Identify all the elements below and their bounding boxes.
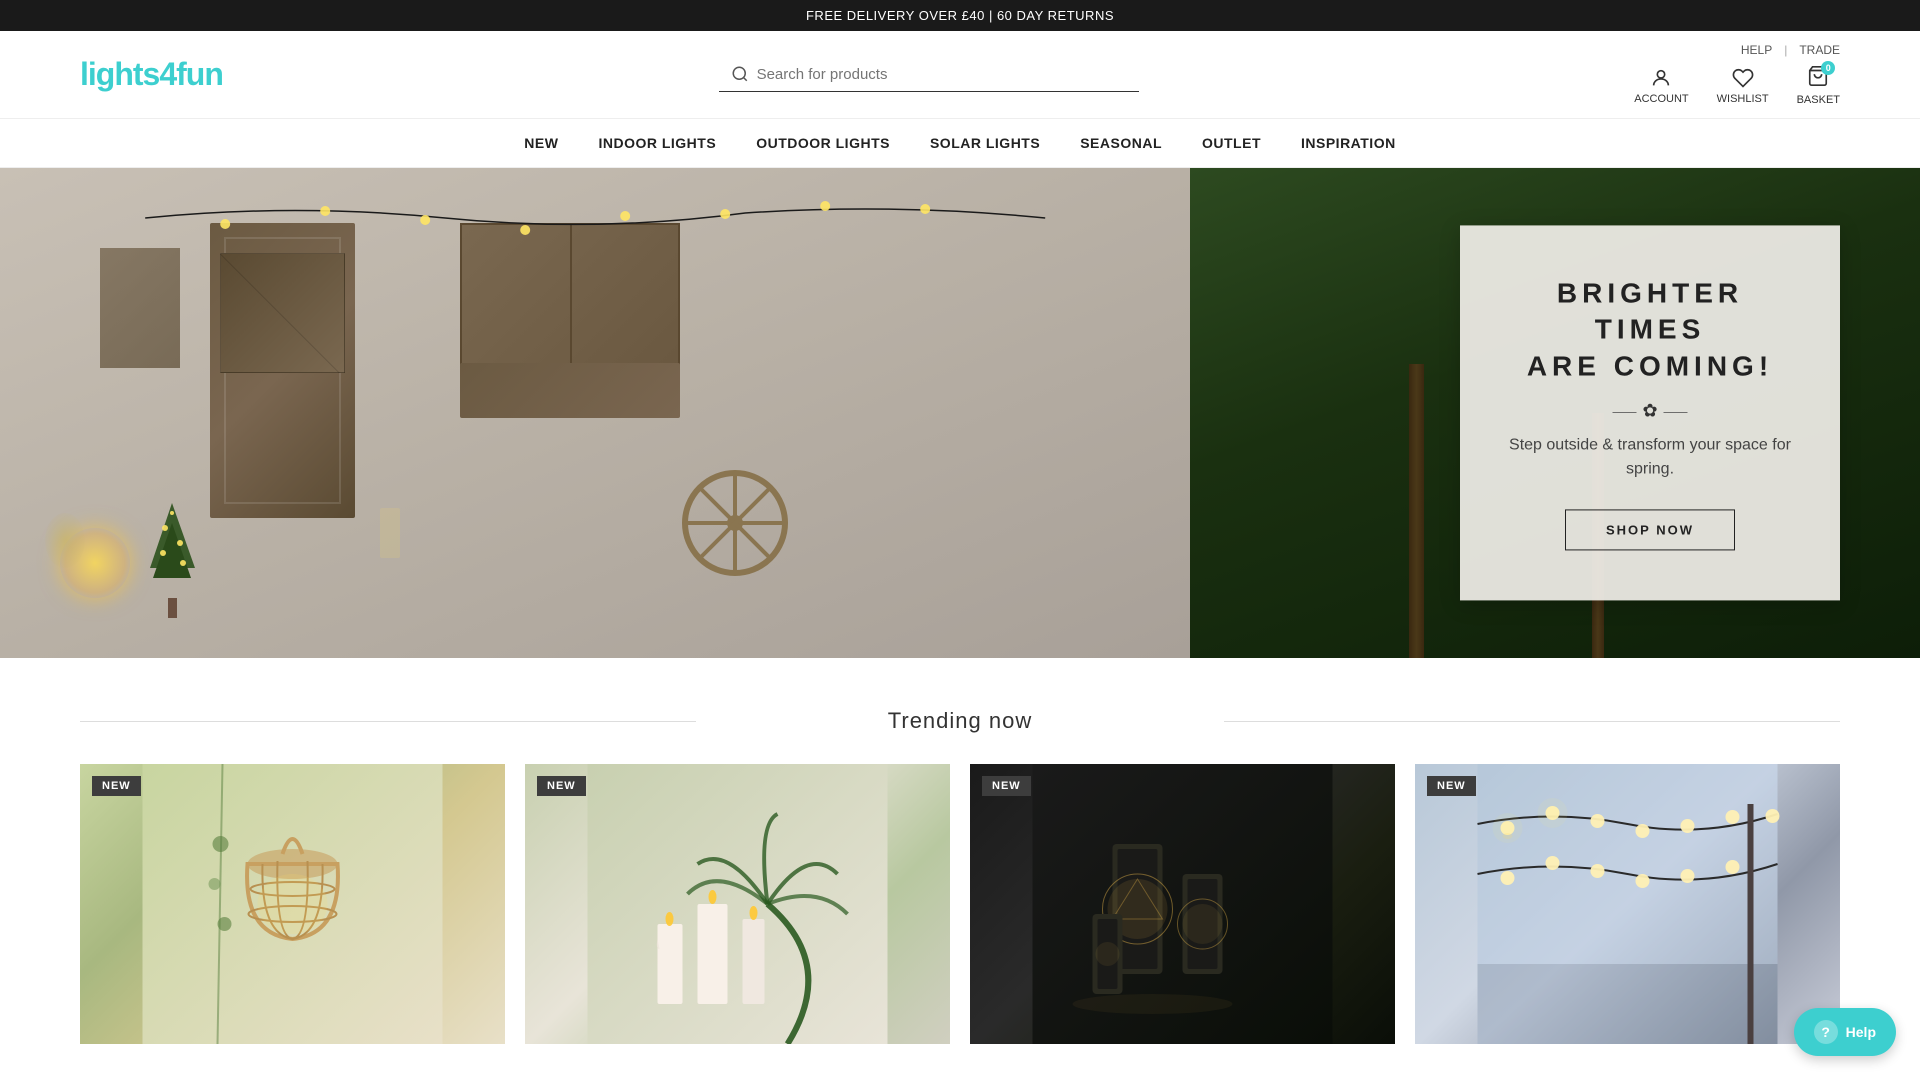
basket-badge: 0: [1821, 61, 1835, 75]
product-card-2[interactable]: NEW: [525, 764, 950, 1044]
help-label: Help: [1846, 1024, 1876, 1040]
shop-now-button[interactable]: SHOP NOW: [1565, 510, 1735, 551]
divider: |: [1784, 43, 1787, 57]
product-grid: NEW: [80, 764, 1840, 1044]
product-image-1: [80, 764, 505, 1044]
product-card-1[interactable]: NEW: [80, 764, 505, 1044]
account-icon: [1650, 67, 1672, 89]
help-button[interactable]: ? Help: [1794, 1008, 1896, 1056]
heart-icon: [1732, 67, 1754, 89]
top-banner: FREE DELIVERY OVER £40 | 60 DAY RETURNS: [0, 0, 1920, 31]
nav-item-indoor[interactable]: INDOOR LIGHTS: [598, 135, 716, 151]
header-top-links: HELP | TRADE: [1634, 43, 1840, 57]
header-right: HELP | TRADE ACCOUNT WISHLIST: [1634, 43, 1840, 106]
basket-label: BASKET: [1797, 94, 1840, 106]
trending-header: Trending now: [80, 708, 1840, 734]
nav-item-seasonal[interactable]: SEASONAL: [1080, 135, 1162, 151]
product-card-4[interactable]: NEW: [1415, 764, 1840, 1044]
header: lights4fun HELP | TRADE ACCOUNT: [0, 31, 1920, 119]
promo-subtext: Step outside & transform your space for …: [1500, 434, 1800, 482]
hero-section: BRIGHTER TIMES ARE COMING! ✿ Step outsid…: [0, 168, 1920, 658]
product-image-2: [525, 764, 950, 1044]
product-badge-3: NEW: [982, 776, 1031, 796]
promo-divider: ✿: [1500, 401, 1800, 422]
nav-item-outlet[interactable]: OUTLET: [1202, 135, 1261, 151]
account-label: ACCOUNT: [1634, 93, 1688, 105]
promo-card: BRIGHTER TIMES ARE COMING! ✿ Step outsid…: [1460, 225, 1840, 600]
search-bar: [719, 57, 1139, 92]
trending-section: Trending now: [0, 658, 1920, 1074]
header-actions: ACCOUNT WISHLIST 0: [1634, 65, 1840, 106]
search-input[interactable]: [757, 66, 1127, 83]
product-image-4: [1415, 764, 1840, 1044]
product-image-3: [970, 764, 1395, 1044]
product-card-3[interactable]: NEW: [970, 764, 1395, 1044]
product-badge-1: NEW: [92, 776, 141, 796]
nav-item-new[interactable]: NEW: [524, 135, 558, 151]
orb-glow: [45, 513, 85, 568]
banner-text: FREE DELIVERY OVER £40 | 60 DAY RETURNS: [806, 8, 1114, 23]
product-badge-4: NEW: [1427, 776, 1476, 796]
wishlist-label: WISHLIST: [1717, 93, 1769, 105]
candle-1: [380, 508, 400, 558]
help-link[interactable]: HELP: [1741, 43, 1772, 57]
wishlist-action[interactable]: WISHLIST: [1717, 67, 1769, 105]
search-icon: [731, 65, 749, 83]
main-nav: NEW INDOOR LIGHTS OUTDOOR LIGHTS SOLAR L…: [0, 119, 1920, 168]
nav-item-inspiration[interactable]: INSPIRATION: [1301, 135, 1396, 151]
trade-link[interactable]: TRADE: [1799, 43, 1840, 57]
basket-action[interactable]: 0 BASKET: [1797, 65, 1840, 106]
lights-string: [0, 198, 1190, 278]
nav-item-solar[interactable]: SOLAR LIGHTS: [930, 135, 1040, 151]
logo[interactable]: lights4fun: [80, 56, 223, 93]
trending-title: Trending now: [80, 708, 1840, 734]
promo-headline: BRIGHTER TIMES ARE COMING!: [1500, 275, 1800, 384]
help-icon: ?: [1814, 1020, 1838, 1044]
lighted-tree: [145, 498, 200, 618]
account-action[interactable]: ACCOUNT: [1634, 67, 1688, 105]
wheel-decor: [680, 468, 790, 578]
window-box: [460, 363, 680, 418]
product-badge-2: NEW: [537, 776, 586, 796]
nav-item-outdoor[interactable]: OUTDOOR LIGHTS: [756, 135, 890, 151]
